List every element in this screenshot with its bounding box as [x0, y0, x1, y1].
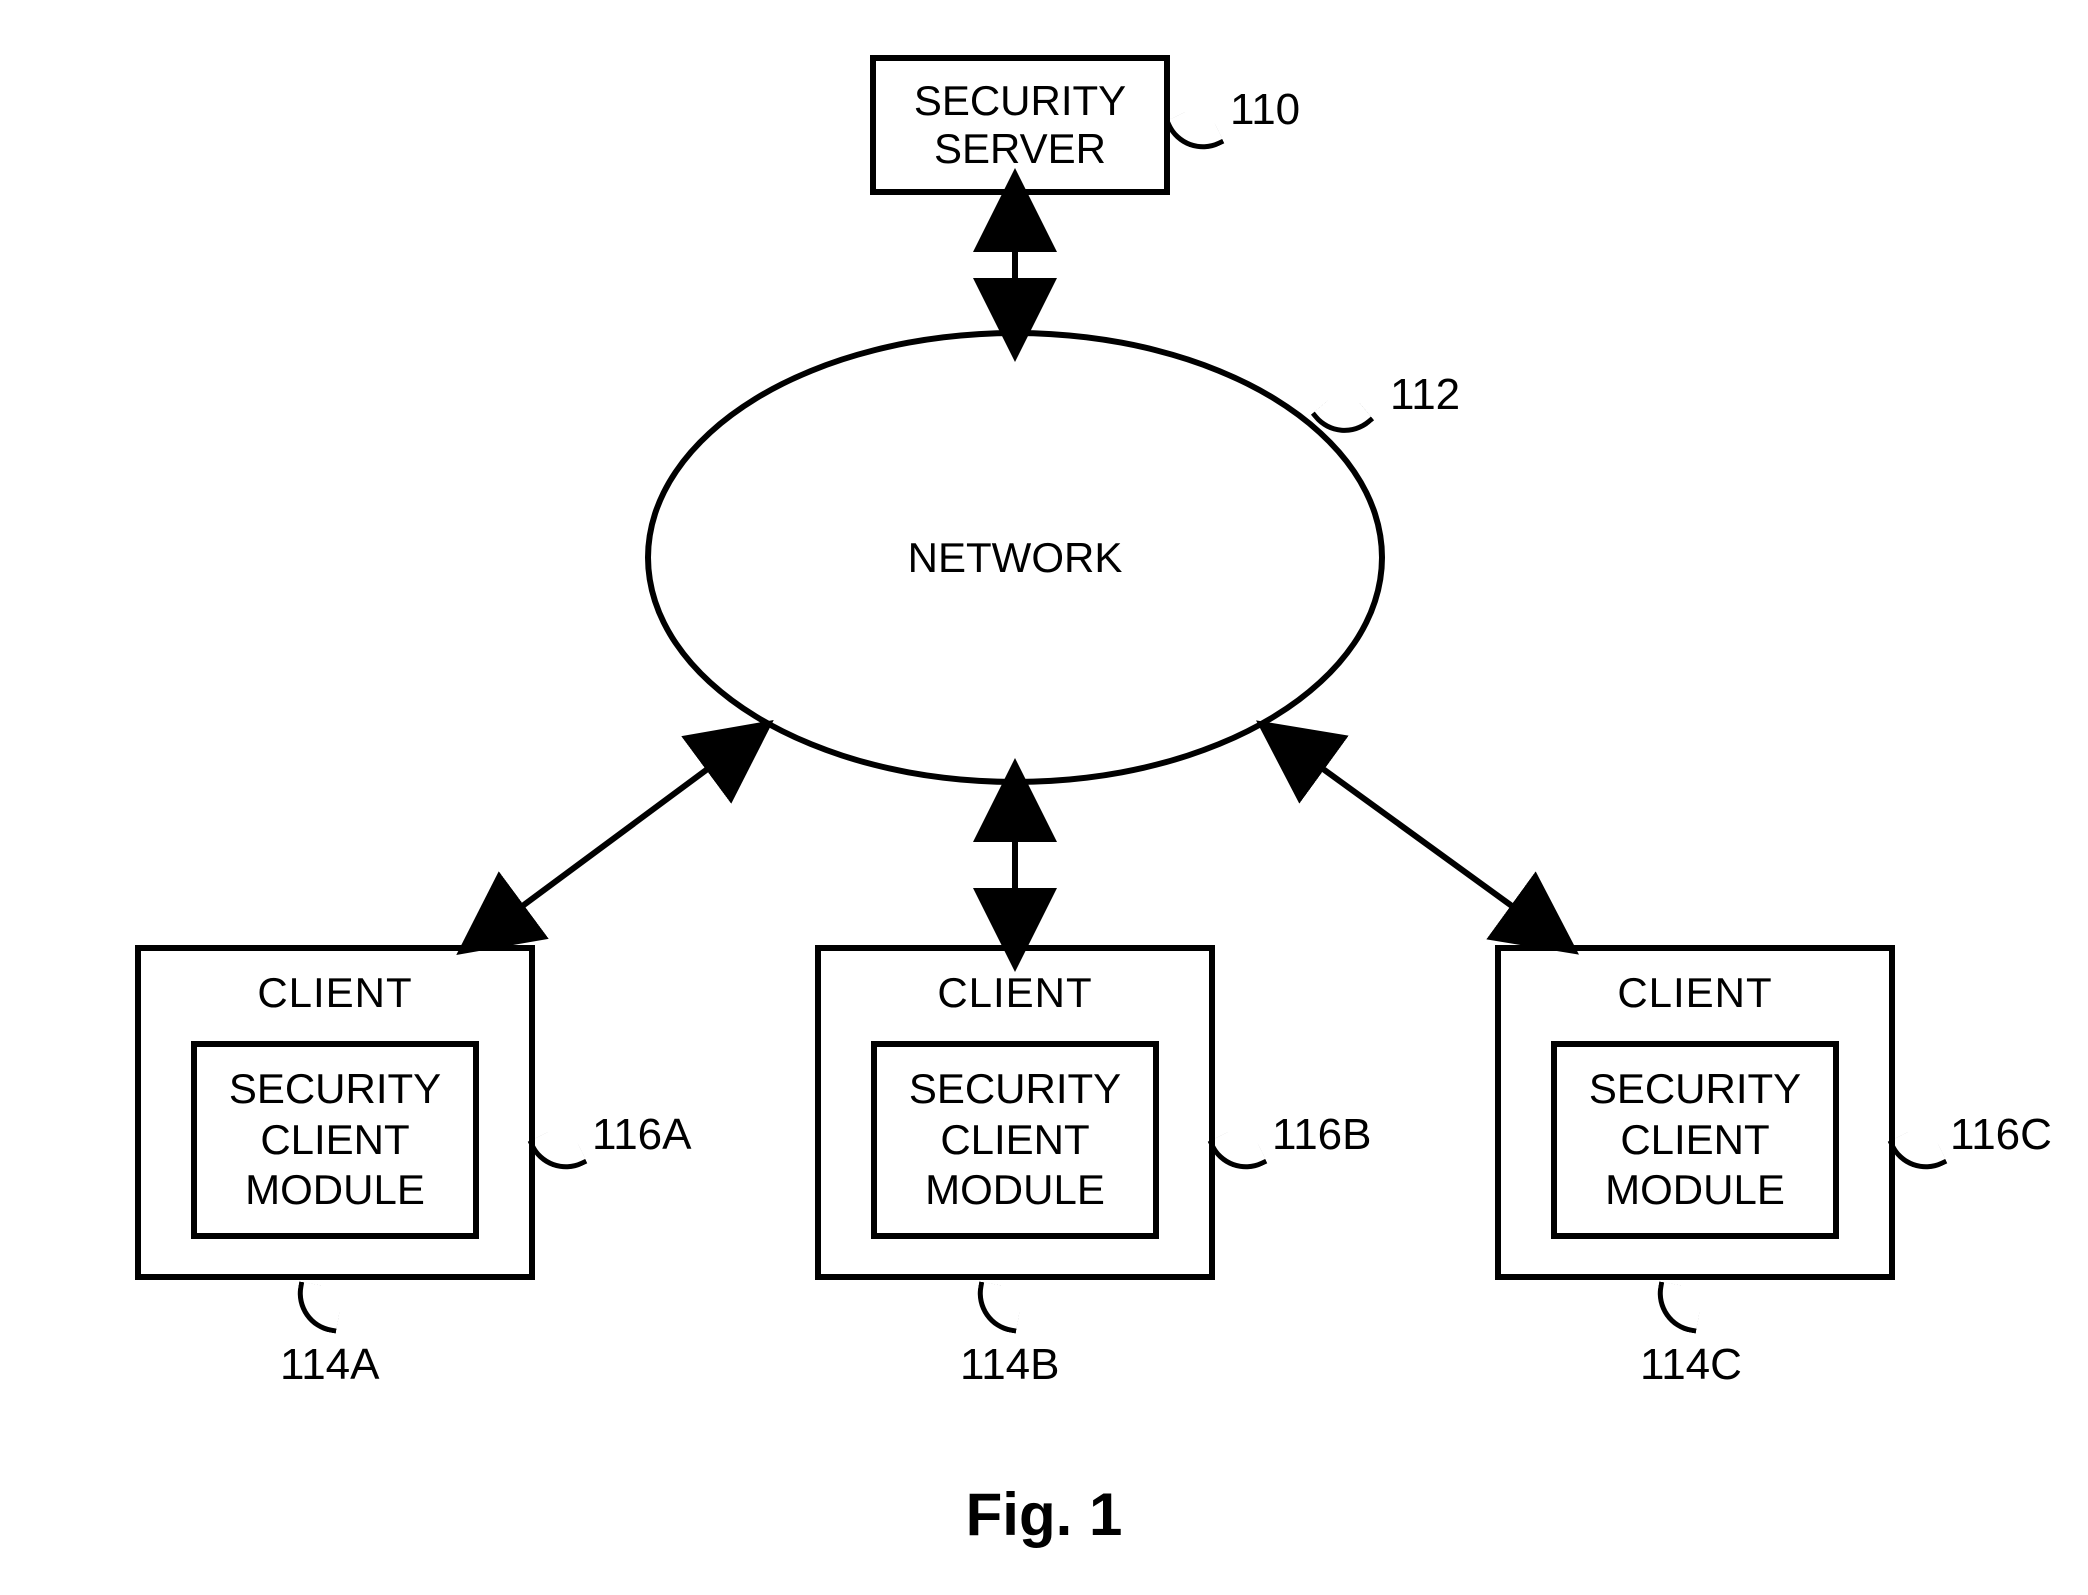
leader-tick — [1165, 103, 1225, 163]
security-server-box: SECURITY SERVER — [870, 55, 1170, 195]
leader-tick — [1651, 1281, 1703, 1333]
ref-112: 112 — [1390, 370, 1460, 420]
client-b-module: SECURITY CLIENT MODULE — [871, 1041, 1159, 1239]
ref-116a: 116A — [592, 1110, 692, 1160]
ref-114a: 114A — [280, 1340, 380, 1390]
leader-tick — [291, 1281, 343, 1333]
leader-tick — [528, 1123, 588, 1183]
ref-114c: 114C — [1640, 1340, 1742, 1390]
client-b-title: CLIENT — [821, 969, 1209, 1017]
client-c-title: CLIENT — [1501, 969, 1889, 1017]
client-a-title: CLIENT — [141, 969, 529, 1017]
figure-caption: Fig. 1 — [0, 1480, 2088, 1549]
leader-tick — [1888, 1123, 1948, 1183]
leader-tick — [971, 1281, 1023, 1333]
ref-116b: 116B — [1272, 1110, 1372, 1160]
leader-tick — [1208, 1123, 1268, 1183]
ref-110: 110 — [1230, 85, 1300, 135]
client-c-box: CLIENT SECURITY CLIENT MODULE — [1495, 945, 1895, 1280]
client-a-module: SECURITY CLIENT MODULE — [191, 1041, 479, 1239]
network-cloud: NETWORK — [645, 330, 1385, 785]
client-a-box: CLIENT SECURITY CLIENT MODULE — [135, 945, 535, 1280]
network-label: NETWORK — [908, 534, 1123, 582]
figure-1-diagram: SECURITY SERVER 110 NETWORK 112 CLIENT S… — [0, 0, 2088, 1595]
ref-116c: 116C — [1950, 1110, 2052, 1160]
ref-114b: 114B — [960, 1340, 1060, 1390]
client-b-box: CLIENT SECURITY CLIENT MODULE — [815, 945, 1215, 1280]
client-c-module: SECURITY CLIENT MODULE — [1551, 1041, 1839, 1239]
